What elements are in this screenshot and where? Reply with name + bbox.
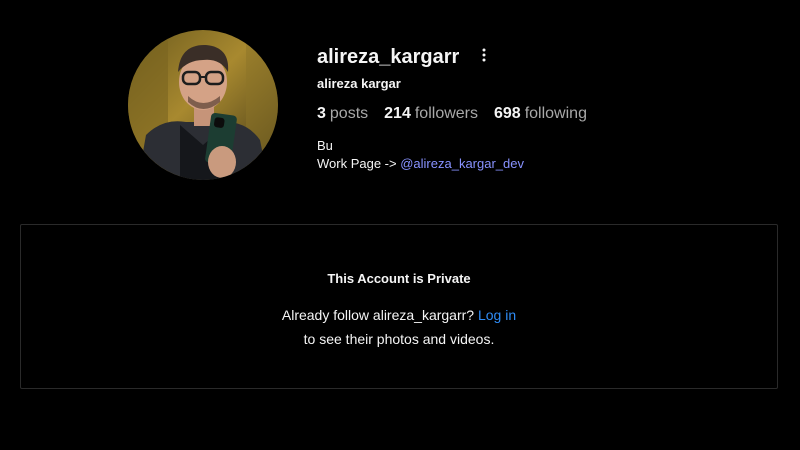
private-notice-line-2: to see their photos and videos. <box>303 331 495 347</box>
followers-count: 214 <box>384 105 411 122</box>
private-account-notice: This Account is Private Already follow a… <box>20 224 778 389</box>
profile-username: alireza_kargarr <box>317 45 460 68</box>
posts-stat: 3 posts <box>317 105 368 123</box>
username-row: alireza_kargarr <box>317 44 459 70</box>
followers-stat[interactable]: 214 followers <box>384 105 478 123</box>
more-vertical-icon <box>482 48 486 62</box>
bio-line-1: Bu <box>317 138 333 153</box>
private-notice-title: This Account is Private <box>327 271 471 286</box>
bio-line-2: Work Page -> @alireza_kargar_dev <box>317 155 524 173</box>
private-notice-line-1: Already follow alireza_kargarr? Log in <box>21 307 777 323</box>
already-follow-text: Already follow alireza_kargarr? <box>281 307 478 323</box>
followers-label: followers <box>414 105 478 122</box>
profile-avatar[interactable] <box>128 30 278 180</box>
login-link[interactable]: Log in <box>478 307 516 323</box>
posts-count: 3 <box>317 105 326 122</box>
profile-full-name: alireza kargar <box>317 76 401 91</box>
profile-page: alireza_kargarr alireza kargar 3 posts 21… <box>0 0 800 450</box>
bio-mention-link[interactable]: @alireza_kargar_dev <box>400 156 524 171</box>
more-options-button[interactable] <box>478 46 490 64</box>
profile-bio: Bu Work Page -> @alireza_kargar_dev <box>317 137 524 173</box>
following-count: 698 <box>494 105 521 122</box>
avatar-photo <box>128 30 278 180</box>
following-stat[interactable]: 698 following <box>494 105 587 123</box>
bio-work-page-label: Work Page -> <box>317 156 401 171</box>
posts-label: posts <box>329 105 369 122</box>
following-label: following <box>524 105 587 122</box>
profile-stats: 3 posts 214 followers 698 following <box>317 105 587 123</box>
